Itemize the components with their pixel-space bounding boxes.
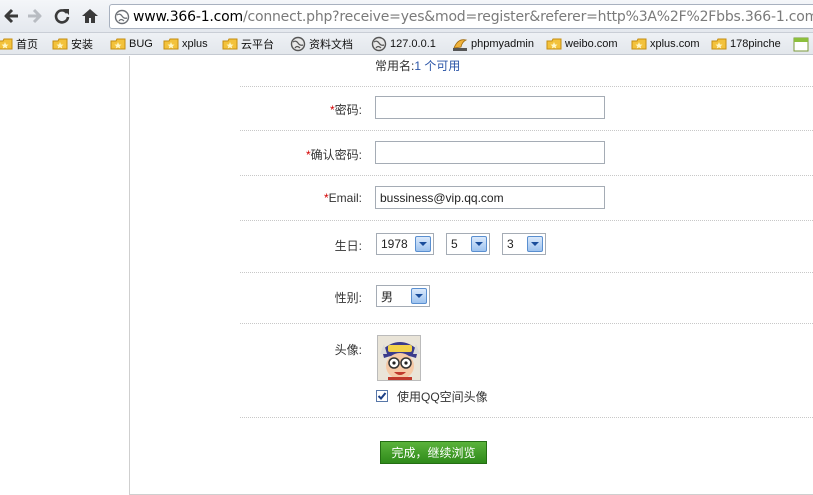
bookmark-cloud-platform[interactable]: 云平台 xyxy=(222,36,274,52)
folder-star-icon xyxy=(52,38,68,50)
divider xyxy=(240,175,813,176)
folder-star-icon xyxy=(0,38,13,50)
reload-icon xyxy=(54,9,70,24)
gender-select[interactable]: 男 xyxy=(376,285,430,307)
birthday-label: 生日: xyxy=(334,239,362,253)
use-qq-avatar-label: 使用QQ空间头像 xyxy=(397,390,488,404)
divider xyxy=(240,272,813,273)
birth-month-select[interactable]: 5 xyxy=(446,233,490,255)
divider xyxy=(240,86,813,87)
bookmark-bug[interactable]: BUG xyxy=(110,36,153,52)
reload-button[interactable] xyxy=(51,5,73,27)
url-text: www.366-1.com/connect.php?receive=yes&mo… xyxy=(133,8,813,26)
register-panel xyxy=(129,56,813,495)
folder-star-icon xyxy=(631,38,647,50)
gender-label: 性别: xyxy=(334,291,362,305)
confirm-password-field[interactable] xyxy=(375,141,605,164)
address-bar[interactable]: www.366-1.com/connect.php?receive=yes&mo… xyxy=(109,4,813,29)
email-field[interactable] xyxy=(375,186,605,209)
bookmark-home[interactable]: 首页 xyxy=(0,36,38,52)
browser-toolbar: www.366-1.com/connect.php?receive=yes&mo… xyxy=(0,0,813,33)
dropdown-arrow-icon xyxy=(415,236,431,252)
password-field[interactable] xyxy=(375,96,605,119)
divider xyxy=(240,130,813,131)
bookmark-weibo[interactable]: weibo.com xyxy=(546,36,618,52)
folder-star-icon xyxy=(711,38,727,50)
bookmark-xplus-com[interactable]: xplus.com xyxy=(631,36,700,52)
bookmark-install[interactable]: 安装 xyxy=(52,36,93,52)
bookmark-xplus[interactable]: xplus xyxy=(163,36,208,52)
finish-and-continue-button[interactable]: 完成，继续浏览 xyxy=(380,441,487,464)
forward-button[interactable] xyxy=(24,5,46,27)
bookmark-phpmyadmin[interactable]: phpmyadmin xyxy=(452,36,534,52)
home-icon xyxy=(82,9,98,23)
avatar xyxy=(377,335,421,381)
forward-arrow-icon xyxy=(28,8,42,24)
folder-star-icon xyxy=(222,38,238,50)
password-label: *密码: xyxy=(329,103,362,117)
birth-day-select[interactable]: 3 xyxy=(502,233,546,255)
folder-star-icon xyxy=(546,38,562,50)
cartoon-avatar-image xyxy=(378,336,420,380)
divider xyxy=(240,220,813,221)
divider xyxy=(240,417,813,418)
bookmark-localhost[interactable]: 127.0.0.1 xyxy=(371,36,436,52)
bookmark-docs[interactable]: 资料文档 xyxy=(290,36,353,52)
page-globe-icon xyxy=(114,9,130,25)
folder-star-icon xyxy=(110,38,126,50)
pma-icon xyxy=(453,39,468,51)
folder-star-icon xyxy=(163,38,179,50)
back-arrow-icon xyxy=(4,8,18,24)
available-names-link[interactable]: 1 个可用 xyxy=(414,59,460,73)
checkmark-icon xyxy=(377,392,387,400)
dropdown-arrow-icon xyxy=(411,288,427,304)
dropdown-arrow-icon xyxy=(471,236,487,252)
page-content: 常用名:1 个可用 *密码: *确认密码: *Email: 生日: 1978 5… xyxy=(0,56,813,495)
url-host: www.366-1.com xyxy=(133,9,243,25)
bookmarks-bar: 首页 安装 BUG xplus 云平台 资料文档 127.0.0.1 phpmy… xyxy=(0,33,813,55)
username-hint: 常用名:1 个可用 xyxy=(375,59,461,73)
birthday-selects: 1978 5 3 xyxy=(376,233,556,255)
dropdown-arrow-icon xyxy=(527,236,543,252)
divider xyxy=(240,323,813,324)
avatar-label: 头像: xyxy=(334,343,362,357)
globe-icon xyxy=(290,36,306,52)
bookmark-overflow[interactable] xyxy=(793,36,812,52)
globe-icon xyxy=(371,36,387,52)
bookmark-178pinche[interactable]: 178pinche xyxy=(711,36,781,52)
url-path: /connect.php?receive=yes&mod=register&re… xyxy=(242,9,813,25)
home-button[interactable] xyxy=(79,5,101,27)
calendar-icon xyxy=(793,37,809,52)
back-button[interactable] xyxy=(0,5,22,27)
birth-year-select[interactable]: 1978 xyxy=(376,233,434,255)
use-qq-avatar-checkbox[interactable] xyxy=(376,390,388,402)
confirm-password-label: *确认密码: xyxy=(305,148,362,162)
email-label: *Email: xyxy=(323,191,362,205)
